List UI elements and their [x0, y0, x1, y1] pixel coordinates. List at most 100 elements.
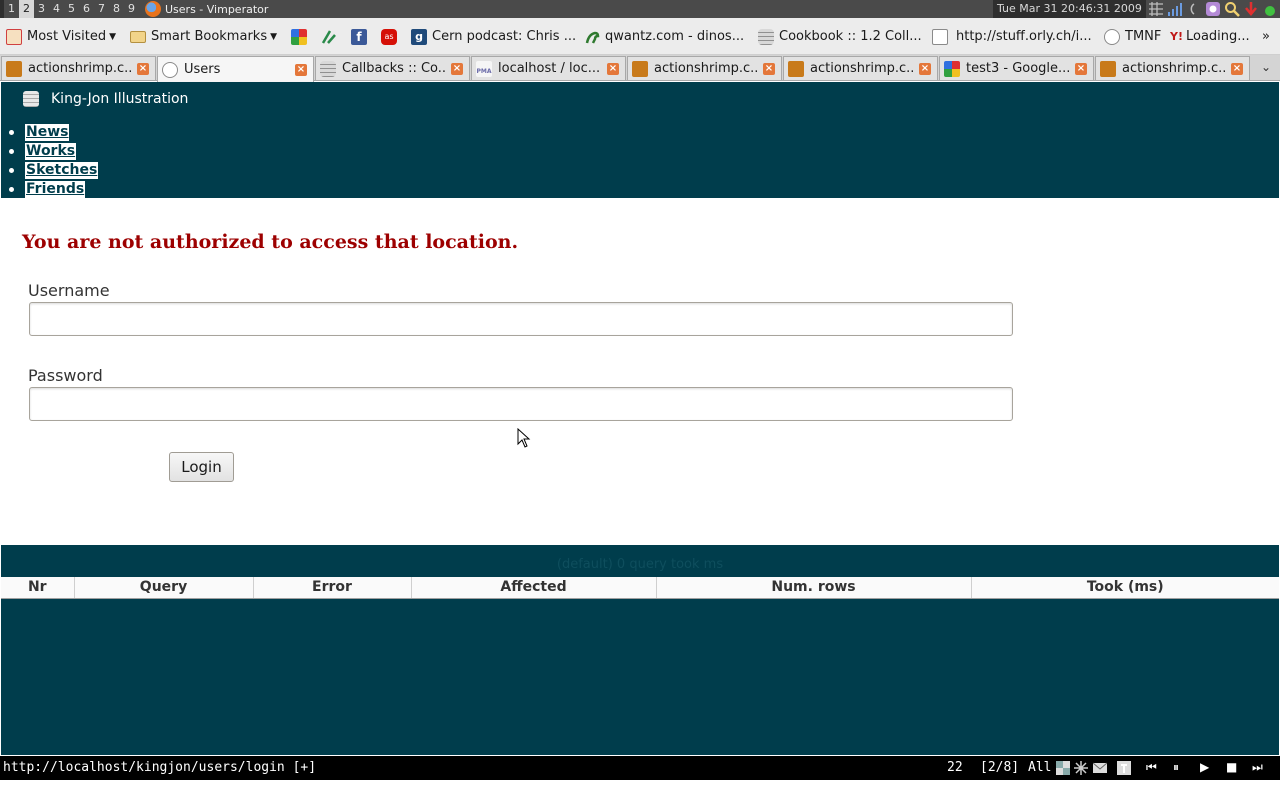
workspace-2[interactable]: 2 [19, 0, 34, 18]
stop-icon[interactable]: ■ [1226, 760, 1237, 774]
workspace-6[interactable]: 6 [79, 0, 94, 18]
tab-callbacks[interactable]: Callbacks :: Co... × [315, 56, 470, 80]
workspace-8[interactable]: 8 [109, 0, 124, 18]
firefox-icon [145, 1, 161, 17]
settings-icon[interactable] [1205, 1, 1221, 17]
bookmark-label: Smart Bookmarks [151, 29, 268, 44]
close-icon[interactable]: × [1231, 62, 1243, 75]
column-header-num-rows: Num. rows [655, 577, 971, 599]
status-scroll-position: All [1028, 760, 1052, 775]
bookmark-cookbook[interactable]: Cookbook :: 1.2 Coll... [758, 18, 922, 55]
bookmark-delicious[interactable] [321, 18, 342, 55]
bookmark-label: Cookbook :: 1.2 Coll... [779, 29, 922, 44]
workspace-4[interactable]: 4 [49, 0, 64, 18]
workspace-5[interactable]: 5 [64, 0, 79, 18]
close-icon[interactable]: × [295, 63, 307, 76]
tab-list-button[interactable]: ⌄ [1254, 56, 1278, 80]
download-icon[interactable] [1243, 1, 1259, 17]
pause-icon[interactable]: ⏸ [1173, 760, 1179, 775]
volume-icon[interactable] [1186, 1, 1202, 17]
close-icon[interactable]: × [607, 62, 619, 75]
tab-google-test3[interactable]: test3 - Google... × [939, 56, 1094, 80]
bookmark-cern-podcast[interactable]: g Cern podcast: Chris ... [411, 18, 576, 55]
close-icon[interactable]: × [763, 62, 775, 75]
search-icon[interactable] [1224, 1, 1240, 17]
flash-message: You are not authorized to access that lo… [22, 231, 519, 253]
bookmark-qwantz[interactable]: qwantz.com - dinos... [584, 18, 744, 55]
column-header-took: Took (ms) [970, 577, 1279, 599]
tab-label: Users [184, 62, 221, 77]
workspace-7[interactable]: 7 [94, 0, 109, 18]
vimperator-command-line[interactable] [0, 780, 1280, 800]
bookmark-label: qwantz.com - dinos... [605, 29, 745, 44]
cake-logo-icon [23, 91, 39, 107]
workspace-9[interactable]: 9 [124, 0, 139, 18]
close-icon[interactable]: × [137, 62, 149, 75]
podcast-icon: g [411, 28, 427, 45]
blocks-icon[interactable] [1056, 761, 1070, 775]
notes-icon[interactable] [1117, 761, 1131, 775]
tab-label: actionshrimp.c... [810, 61, 915, 76]
bookmark-lastfm[interactable]: as [381, 18, 402, 55]
tab-users[interactable]: Users × [157, 56, 314, 82]
mail-icon[interactable] [1093, 761, 1107, 775]
nav-link-sketches[interactable]: Sketches [25, 162, 99, 179]
close-icon[interactable]: × [451, 62, 463, 75]
sql-caption: (default) 0 query took ms [556, 557, 724, 572]
bookmark-label: TMNF [1125, 29, 1162, 44]
play-icon[interactable]: ▶ [1200, 760, 1209, 774]
tab-actionshrimp-2[interactable]: actionshrimp.c... × [627, 56, 782, 80]
site-title: King-Jon Illustration [23, 91, 188, 107]
bookmark-orly[interactable]: http://stuff.orly.ch/i... [932, 18, 1092, 55]
column-header-nr: Nr [1, 577, 74, 599]
google-icon [944, 60, 960, 77]
signal-strength-icon [1167, 1, 1183, 17]
lastfm-icon: as [381, 28, 397, 45]
cake-icon [758, 28, 774, 45]
tab-strip: actionshrimp.c... × Users × Callbacks ::… [0, 55, 1280, 82]
nav-item-sketches: Sketches [8, 161, 99, 180]
most-visited-icon [6, 28, 22, 45]
bookmark-label: Most Visited [27, 29, 107, 44]
tab-label: test3 - Google... [966, 61, 1071, 76]
bookmark-label: Loading... [1186, 29, 1250, 44]
workspace-3[interactable]: 3 [34, 0, 49, 18]
grid-icon[interactable] [1148, 1, 1164, 17]
window-manager-bar: 1 2 3 4 5 6 7 8 9 Users - Vimperator Tue… [0, 0, 1280, 18]
tab-label: localhost / loc... [498, 61, 601, 76]
bookmark-loading[interactable]: Y! Loading... [1170, 18, 1250, 55]
column-header-affected: Affected [410, 577, 656, 599]
tab-actionshrimp-1[interactable]: actionshrimp.c... × [1, 56, 156, 80]
nav-link-works[interactable]: Works [25, 143, 77, 160]
nav-link-friends[interactable]: Friends [25, 181, 86, 198]
snowflake-icon[interactable] [1074, 761, 1088, 775]
login-button[interactable]: Login [169, 452, 234, 482]
tab-actionshrimp-3[interactable]: actionshrimp.c... × [783, 56, 938, 80]
bookmark-google[interactable] [291, 18, 312, 55]
bookmark-label: Cern podcast: Chris ... [432, 29, 577, 44]
bookmarks-overflow-button[interactable]: » [1262, 18, 1270, 55]
google-icon [291, 28, 307, 45]
bookmark-most-visited[interactable]: Most Visited ▼ [6, 18, 116, 55]
close-icon[interactable]: × [919, 62, 931, 75]
bookmark-tmnf[interactable]: TMNF [1104, 18, 1161, 55]
tab-label: Callbacks :: Co... [342, 61, 447, 76]
shrimp-icon [632, 60, 648, 77]
workspace-1[interactable]: 1 [4, 0, 19, 18]
vimperator-statusbar: http://localhost/kingjon/users/login [+]… [0, 756, 1280, 780]
next-track-icon[interactable]: ⏭ [1252, 760, 1263, 775]
chevron-down-icon: ▼ [270, 31, 278, 42]
close-icon[interactable]: × [1075, 62, 1087, 75]
previous-track-icon[interactable]: ⏮ [1146, 760, 1157, 775]
tab-actionshrimp-4[interactable]: actionshrimp.c... × [1095, 56, 1250, 80]
username-label: Username [28, 281, 110, 300]
column-header-error: Error [252, 577, 411, 599]
yahoo-icon: Y! [1170, 29, 1183, 43]
nav-link-news[interactable]: News [25, 124, 70, 141]
username-input[interactable] [29, 302, 1013, 336]
tab-phpmyadmin[interactable]: PMA localhost / loc... × [471, 56, 626, 80]
clock: Tue Mar 31 20:46:31 2009 [993, 0, 1146, 18]
bookmark-smart-bookmarks[interactable]: Smart Bookmarks ▼ [130, 18, 277, 55]
bookmark-facebook[interactable]: f [351, 18, 372, 55]
password-input[interactable] [29, 387, 1013, 421]
